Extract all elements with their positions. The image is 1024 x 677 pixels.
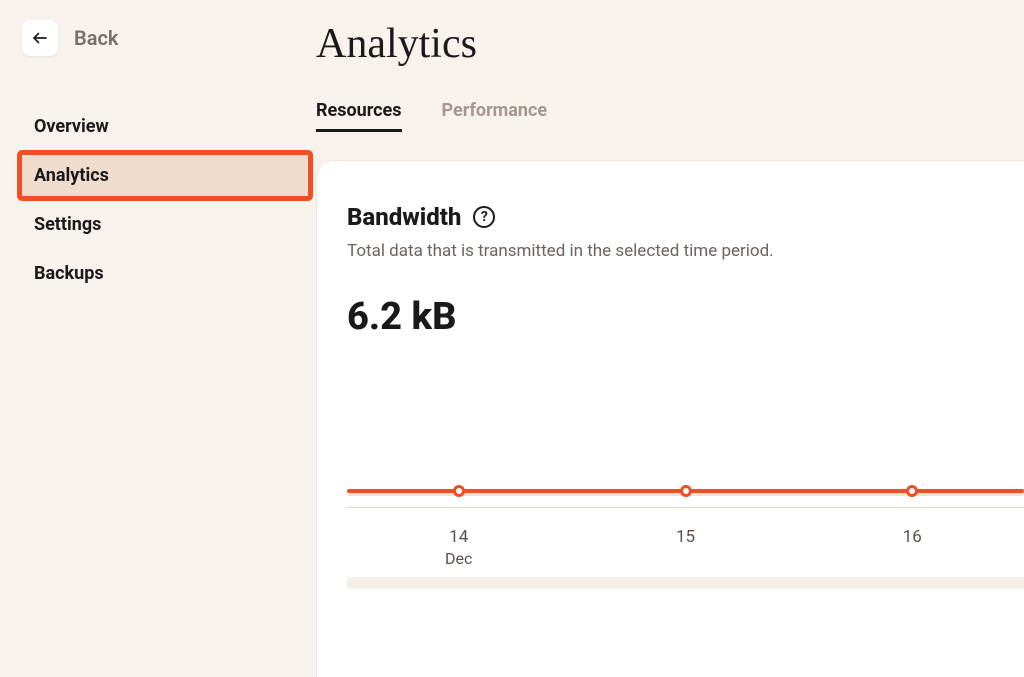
chart-point <box>453 485 465 497</box>
chart-x-label: 15 <box>676 527 695 547</box>
chart-axis <box>347 507 1024 508</box>
page-title: Analytics <box>316 20 1024 68</box>
sidebar-item-overview[interactable]: Overview <box>20 104 310 149</box>
card-description: Total data that is transmitted in the se… <box>347 241 1024 261</box>
sidebar-item-backups[interactable]: Backups <box>20 251 310 296</box>
chart-x-label: 14 Dec <box>445 527 472 568</box>
tab-performance[interactable]: Performance <box>442 100 548 132</box>
sidebar-item-analytics[interactable]: Analytics <box>20 153 310 198</box>
card-header: Bandwidth ? <box>347 203 1024 231</box>
chart-x-tick: 16 <box>903 527 922 547</box>
chart-x-tick: 14 <box>449 527 468 547</box>
sidebar: Back Overview Analytics Settings Backups <box>0 0 310 677</box>
chart-x-tick: 15 <box>676 527 695 547</box>
chart-point <box>906 485 918 497</box>
chart-x-month: Dec <box>445 549 472 568</box>
tab-resources[interactable]: Resources <box>316 100 402 132</box>
sidebar-nav: Overview Analytics Settings Backups <box>20 104 310 296</box>
bandwidth-card: Bandwidth ? Total data that is transmitt… <box>316 160 1024 677</box>
tabs: Resources Performance <box>316 100 1024 132</box>
back-button[interactable] <box>22 20 58 56</box>
back-row: Back <box>20 20 310 56</box>
chart-x-label: 16 <box>903 527 922 547</box>
main: Analytics Resources Performance Bandwidt… <box>310 0 1024 677</box>
chart-point <box>680 485 692 497</box>
arrow-left-icon <box>31 29 49 47</box>
help-icon[interactable]: ? <box>473 206 495 228</box>
back-label[interactable]: Back <box>74 26 118 50</box>
sidebar-item-settings[interactable]: Settings <box>20 202 310 247</box>
card-title: Bandwidth <box>347 203 461 231</box>
bandwidth-chart: 14 Dec 15 16 <box>347 357 1024 577</box>
bandwidth-value: 6.2 kB <box>347 295 1024 339</box>
chart-bottom-bar <box>347 577 1024 589</box>
